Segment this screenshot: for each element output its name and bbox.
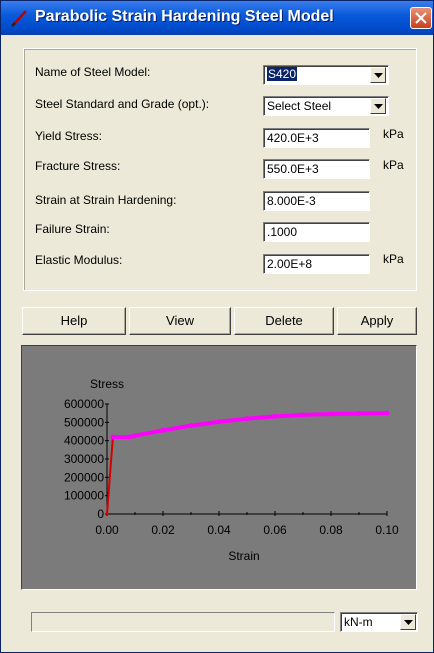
y-tick-label: 0 [97,507,104,521]
delete-button[interactable]: Delete [234,307,334,335]
x-tick-label: 0.04 [207,523,231,537]
title-bar[interactable]: Parabolic Strain Hardening Steel Model [1,1,433,35]
curve-point [110,434,116,440]
elastic-modulus-label: Elastic Modulus: [35,253,123,267]
chevron-down-icon [374,73,383,78]
stress-strain-chart: Stress Strain 0 100000 200000 300000 400000 5… [64,377,399,563]
model-name-label: Name of Steel Model: [35,65,151,79]
stress-strain-chart-panel: Stress Strain 0 100000 200000 300000 400000 5… [21,345,417,590]
x-tick-label: 0.10 [375,523,399,537]
curve-point [160,427,166,433]
pencil-icon [11,10,27,27]
yield-stress-unit: kPa [383,127,404,141]
fracture-stress-unit: kPa [383,158,404,172]
strain-hardening-input[interactable]: 8.000E-3 [263,191,370,211]
hardening-curve-line [110,411,389,439]
y-tick-label: 400000 [64,434,104,448]
curve-point [244,416,250,422]
curve-point [216,419,222,425]
model-name-value: S420 [267,67,298,81]
steel-standard-dropdown-button[interactable] [370,98,386,114]
curve-point [105,512,109,516]
y-tick-label: 500000 [64,415,104,429]
curve-point [356,410,362,416]
steel-standard-label: Steel Standard and Grade (opt.): [35,97,210,111]
status-field [31,612,335,632]
curve-point [126,434,132,440]
steel-model-dialog: Parabolic Strain Hardening Steel Model N… [0,0,434,653]
close-icon [415,12,427,24]
units-dropdown-button[interactable] [400,614,416,630]
chevron-down-icon [374,104,383,109]
x-tick-label: 0.06 [263,523,287,537]
x-tick-label: 0.08 [319,523,343,537]
model-name-dropdown-button[interactable] [370,67,386,83]
x-tick-label: 0.02 [151,523,175,537]
view-button[interactable]: View [129,307,231,335]
curve-point [328,411,334,417]
y-tick-label: 300000 [64,452,104,466]
fracture-stress-input[interactable]: 550.0E+3 [263,159,370,179]
chart-xlabel: Strain [228,549,259,563]
chart-ylabel: Stress [90,377,124,391]
apply-button[interactable]: Apply [337,307,417,335]
curve-point [132,433,138,439]
help-button[interactable]: Help [22,307,126,335]
elastic-modulus-input[interactable]: 2.00E+8 [263,254,370,274]
yield-stress-input[interactable]: 420.0E+3 [263,128,370,148]
curve-point [272,413,278,419]
y-tick-label: 200000 [64,470,104,484]
y-tick-label: 600000 [64,397,104,411]
y-tick-label: 100000 [64,489,104,503]
chart-series [105,410,390,516]
curve-point [300,412,306,418]
curve-point [188,423,194,429]
chevron-down-icon [404,620,413,625]
fracture-stress-label: Fracture Stress: [35,159,121,173]
x-tick-label: 0.00 [95,523,119,537]
window-title: Parabolic Strain Hardening Steel Model [35,8,334,25]
elastic-modulus-unit: kPa [383,252,404,266]
yield-stress-label: Yield Stress: [35,129,102,143]
failure-strain-input[interactable]: .1000 [263,222,370,242]
curve-point [384,410,390,416]
chart-ticks: 0 100000 200000 300000 400000 500000 600000 0.0… [64,397,399,537]
failure-strain-label: Failure Strain: [35,222,110,236]
strain-hardening-label: Strain at Strain Hardening: [35,193,177,207]
elastic-branch-line [106,436,114,515]
close-button[interactable] [410,7,432,29]
